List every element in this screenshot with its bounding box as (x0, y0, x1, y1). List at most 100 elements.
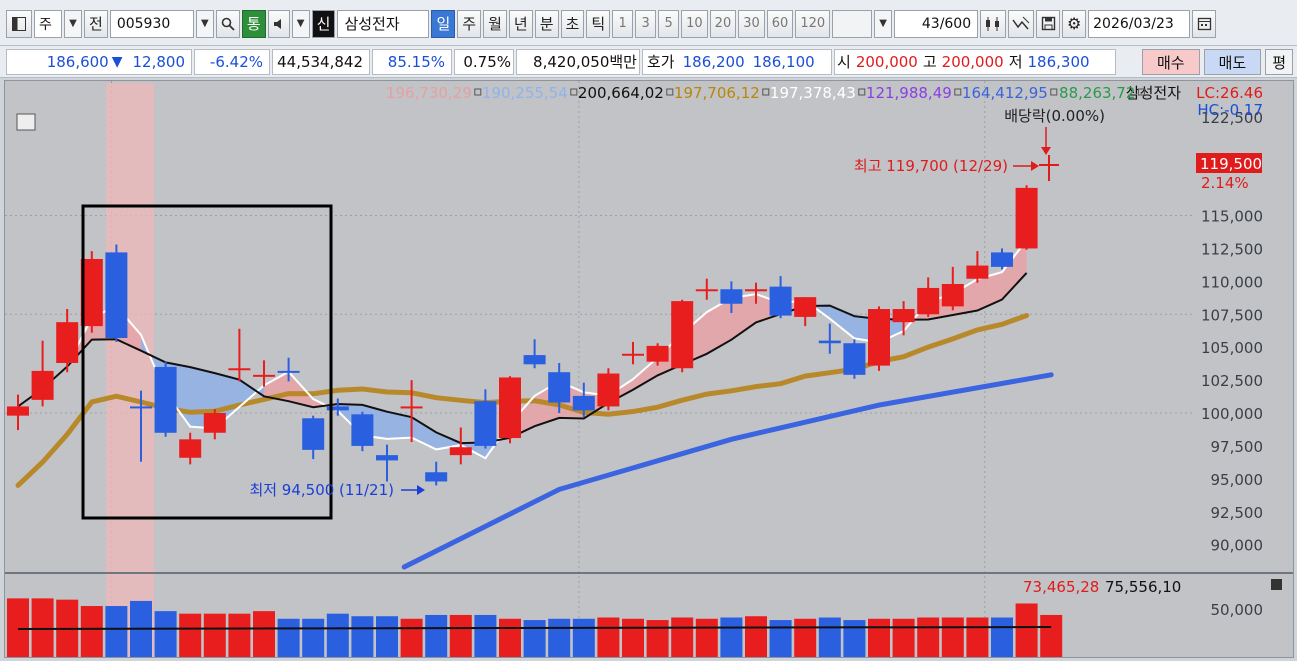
current-price: 186,600 (46, 52, 109, 71)
high-price: 200,000 (941, 52, 1004, 71)
tab-period-tick[interactable]: 틱 (586, 9, 611, 38)
date-field[interactable]: 2026/03/23 (1088, 9, 1191, 38)
legend-marker (474, 88, 482, 96)
price-tag-pct: 2.14% (1201, 174, 1249, 192)
volume-bar (105, 606, 128, 657)
window-icon[interactable] (6, 9, 32, 38)
speaker-dropdown-icon[interactable]: ▼ (291, 9, 310, 38)
order-buttons: 매수 매도 평 (1141, 49, 1293, 75)
highlight-band (106, 83, 154, 657)
main-toolbar: 주 ▼ 전 005930 ▼ 통 ▼ 신 삼성전자 일 주 월 년 분 초 틱 … (0, 0, 1297, 46)
candle-body (56, 322, 79, 363)
tab-period-day[interactable]: 일 (431, 9, 456, 38)
candle-body (597, 373, 620, 407)
count-value: 43 (921, 15, 940, 32)
price-tag-value: 119,500 (1200, 155, 1262, 173)
volume-bar (794, 618, 817, 657)
save-icon[interactable] (1036, 9, 1061, 38)
interval-10[interactable]: 10 (681, 9, 708, 38)
volume-bar (966, 617, 989, 657)
interval-5[interactable]: 5 (658, 9, 680, 38)
volume-bar (326, 613, 349, 657)
tab-period-month[interactable]: 월 (483, 9, 507, 38)
candle-body (425, 472, 448, 482)
volume-bar (203, 613, 226, 657)
open-label: 시 (837, 53, 851, 71)
price-chart[interactable]: 122,500115,000112,500110,000107,500105,0… (5, 81, 1293, 657)
search-icon[interactable] (215, 9, 240, 38)
volume-bar (302, 618, 325, 657)
volume-bar (941, 617, 964, 657)
grid-toggle-icon (16, 113, 36, 131)
candle-body (228, 368, 251, 371)
interval-input[interactable] (832, 9, 873, 38)
interval-1[interactable]: 1 (612, 9, 634, 38)
legend-value: 164,412,95 (962, 84, 1048, 102)
candle-body (499, 377, 521, 439)
tab-period-week[interactable]: 주 (457, 9, 482, 38)
trade-amount: 8,420,050백만 (533, 53, 637, 71)
speaker-icon[interactable] (267, 9, 290, 38)
vol-legend-b: 75,556,10 (1105, 578, 1181, 596)
shin-badge[interactable]: 신 (311, 9, 336, 38)
volume-bar (868, 618, 890, 657)
interval-3[interactable]: 3 (635, 9, 657, 38)
candle-body (277, 370, 300, 373)
code-dropdown-icon[interactable]: ▼ (195, 9, 214, 38)
volume-ratio: 85.15% (387, 52, 445, 71)
tab-period-year[interactable]: 년 (508, 9, 533, 38)
volume-bar (1015, 603, 1038, 657)
candle-body (917, 287, 940, 315)
candle-body (548, 372, 571, 403)
volume-bar (695, 618, 718, 657)
ask-price: 186,200 (682, 52, 745, 71)
stock-code-input[interactable]: 005930 (109, 9, 194, 38)
volume-bar (31, 598, 54, 657)
market-dropdown-icon[interactable]: ▼ (64, 9, 82, 38)
candle-body (794, 297, 817, 317)
volume-bar (671, 617, 694, 657)
price-change: 12,800 (132, 52, 186, 71)
y-tick-label: 107,500 (1201, 306, 1263, 324)
vol-close-icon (1271, 579, 1282, 590)
volume-tick-label: 50,000 (1211, 601, 1264, 619)
hoga-box: 호가 186,200 186,100 (642, 48, 832, 75)
gear-icon[interactable]: ⚙ (1062, 9, 1087, 38)
volume-bar (376, 616, 398, 657)
legend-value: 121,988,49 (866, 84, 952, 102)
volume-bar (597, 617, 620, 657)
sell-button[interactable]: 매도 (1203, 49, 1262, 75)
tab-period-second[interactable]: 초 (560, 9, 585, 38)
interval-120[interactable]: 120 (795, 9, 831, 38)
count-total: /600 (939, 15, 972, 32)
volume-bar (449, 614, 472, 657)
market-select[interactable]: 주 (34, 9, 62, 38)
chart-panel[interactable]: 122,500 115,000 112,500 110,000 107,500 105,0… (4, 80, 1294, 658)
volume-bar (769, 620, 792, 657)
interval-dropdown-icon[interactable]: ▼ (874, 9, 893, 38)
interval-20[interactable]: 20 (709, 9, 737, 38)
candle-body (818, 340, 841, 344)
tab-period-minute[interactable]: 분 (534, 9, 559, 38)
prev-button[interactable]: 전 (84, 9, 108, 38)
tong-button[interactable]: 통 (241, 9, 266, 38)
interval-60[interactable]: 60 (766, 9, 794, 38)
hc-label: HC:-0.17 (1197, 101, 1263, 119)
y-tick-label: 115,000 (1201, 208, 1263, 226)
calendar-icon[interactable] (1192, 9, 1217, 38)
candle-body (941, 283, 964, 307)
volume-divider (5, 572, 1293, 574)
legend-value: 190,255,54 (482, 84, 568, 102)
candle-tool-icon[interactable] (980, 9, 1007, 38)
interval-30[interactable]: 30 (738, 9, 765, 38)
avg-button[interactable]: 평 (1265, 49, 1293, 75)
buy-button[interactable]: 매수 (1141, 49, 1200, 75)
volume-bar (400, 618, 423, 657)
low-note-arrow-head (417, 485, 425, 495)
trend-tool-icon[interactable] (1008, 9, 1035, 38)
count-field[interactable]: 43/600 (894, 9, 979, 38)
volume-bar (80, 606, 103, 657)
candle-body (868, 309, 890, 366)
stock-name-field[interactable]: 삼성전자 (337, 9, 430, 38)
legend-value: 197,378,43 (770, 84, 856, 102)
